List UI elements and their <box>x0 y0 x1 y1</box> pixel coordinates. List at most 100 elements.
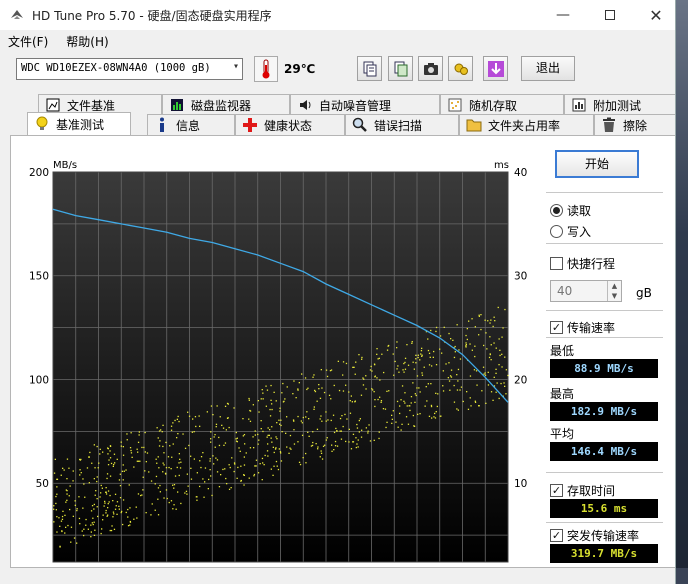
access-time-point <box>200 456 203 458</box>
read-radio[interactable]: 读取 <box>550 202 591 219</box>
chevron-up-icon[interactable]: ▲ <box>608 281 621 291</box>
access-time-point <box>298 382 300 384</box>
tab-random-access[interactable]: 随机存取 <box>440 94 564 115</box>
access-time-point <box>274 448 277 450</box>
access-time-point <box>429 356 431 358</box>
access-time-point <box>345 362 348 365</box>
drive-select[interactable]: WDC WD10EZEX-08WN4A0 (1000 gB) ▾ <box>16 58 243 80</box>
access-time-point <box>430 329 432 332</box>
access-time-point <box>384 408 387 410</box>
access-time-point <box>495 372 497 374</box>
access-time-point <box>504 356 506 358</box>
access-time-point <box>257 472 260 474</box>
title-bar[interactable]: HD Tune Pro 5.70 - 硬盘/固态硬盘实用程序 — ✕ <box>0 0 675 30</box>
tab-info[interactable]: 信息 <box>147 114 235 135</box>
benchmark-chart: MB/s ms 50 100 150 200 10 20 30 40 <box>16 155 534 565</box>
access-time-point <box>227 403 229 405</box>
tab-extra-tests[interactable]: 附加测试 <box>564 94 675 115</box>
thermometer-button[interactable] <box>254 56 278 82</box>
access-time-point <box>306 388 308 391</box>
access-time-point <box>433 350 435 353</box>
burst-rate-checkbox[interactable]: ✓ 突发传输速率 <box>550 527 639 544</box>
access-time-point <box>157 514 160 516</box>
access-time-point <box>448 380 451 382</box>
access-time-point <box>255 465 257 467</box>
access-time-point <box>342 374 344 376</box>
access-time-point <box>215 423 218 425</box>
access-time-point <box>404 357 407 359</box>
tab-folder-usage[interactable]: 文件夹占用率 <box>459 114 594 135</box>
access-time-point <box>391 418 393 420</box>
access-time-point <box>163 452 165 454</box>
access-time-point <box>394 360 396 363</box>
chevron-down-icon[interactable]: ▼ <box>608 291 621 301</box>
transfer-rate-checkbox[interactable]: ✓ 传输速率 <box>550 319 615 336</box>
stepper-arrows[interactable]: ▲ ▼ <box>607 281 621 301</box>
quick-stroke-checkbox[interactable]: 快捷行程 <box>550 255 615 272</box>
access-time-point <box>216 459 219 461</box>
access-time-point <box>339 417 342 420</box>
tab-label: 随机存取 <box>469 98 518 113</box>
max-label: 最高 <box>550 387 575 401</box>
tab-error-scan[interactable]: 错误扫描 <box>345 114 459 135</box>
access-time-point <box>99 453 101 455</box>
copy-screenshot-button[interactable] <box>388 56 413 81</box>
access-time-point <box>418 387 420 389</box>
speaker-icon <box>297 97 313 113</box>
access-time-point <box>142 476 144 478</box>
save-button[interactable] <box>483 56 508 81</box>
access-time-point <box>317 446 319 448</box>
quick-stroke-stepper[interactable]: 40 ▲ ▼ <box>550 280 622 302</box>
tab-disk-monitor[interactable]: 磁盘监视器 <box>162 94 290 115</box>
access-time-point <box>386 349 389 351</box>
radio-dot <box>550 225 563 238</box>
access-time-point <box>170 425 173 427</box>
read-label: 读取 <box>567 204 592 218</box>
access-time-point <box>173 487 175 489</box>
start-button[interactable]: 开始 <box>555 150 639 178</box>
access-time-point <box>170 468 172 470</box>
close-button[interactable]: ✕ <box>633 0 675 30</box>
tab-erase[interactable]: 擦除 <box>594 114 675 135</box>
access-time-point <box>113 463 115 466</box>
access-time-point <box>345 440 347 443</box>
tab-noise-management[interactable]: 自动噪音管理 <box>290 94 440 115</box>
radio-dot <box>550 204 563 217</box>
access-time-point <box>102 451 104 453</box>
access-time-point <box>186 493 188 495</box>
access-time-point <box>231 457 233 459</box>
access-time-point <box>280 424 282 427</box>
access-time-point <box>156 462 158 464</box>
access-time-point <box>376 377 378 379</box>
access-time-point <box>123 470 125 472</box>
access-time-point <box>499 349 501 351</box>
download-arrow-icon <box>487 60 504 77</box>
copy-info-button[interactable] <box>357 56 382 81</box>
tab-health[interactable]: 健康状态 <box>235 114 345 135</box>
menu-help[interactable]: 帮助(H) <box>66 33 108 50</box>
app-logo-icon <box>11 10 23 19</box>
access-time-point <box>421 374 424 376</box>
write-radio[interactable]: 写入 <box>550 223 591 240</box>
access-time-point <box>136 460 138 462</box>
maximize-button[interactable] <box>587 0 633 30</box>
temperature-readout: 29℃ <box>284 62 316 76</box>
access-time-point <box>163 464 165 466</box>
access-time-point <box>338 389 341 392</box>
y-right-tick-label: 30 <box>514 271 527 283</box>
exit-button[interactable]: 退出 <box>521 56 575 81</box>
access-time-point <box>167 456 170 458</box>
options-button[interactable] <box>448 56 473 81</box>
access-time-point <box>162 445 164 448</box>
access-time-checkbox[interactable]: ✓ 存取时间 <box>550 482 615 499</box>
menu-file[interactable]: 文件(F) <box>8 33 48 50</box>
minimize-button[interactable]: — <box>540 0 586 30</box>
access-time-point <box>427 349 430 352</box>
screenshot-button[interactable] <box>418 56 443 81</box>
access-time-point <box>435 326 438 329</box>
access-time-point <box>107 447 109 449</box>
tab-benchmark[interactable]: 基准测试 <box>27 112 131 135</box>
access-time-point <box>480 314 482 316</box>
access-time-point <box>184 447 187 449</box>
access-time-point <box>482 366 485 368</box>
